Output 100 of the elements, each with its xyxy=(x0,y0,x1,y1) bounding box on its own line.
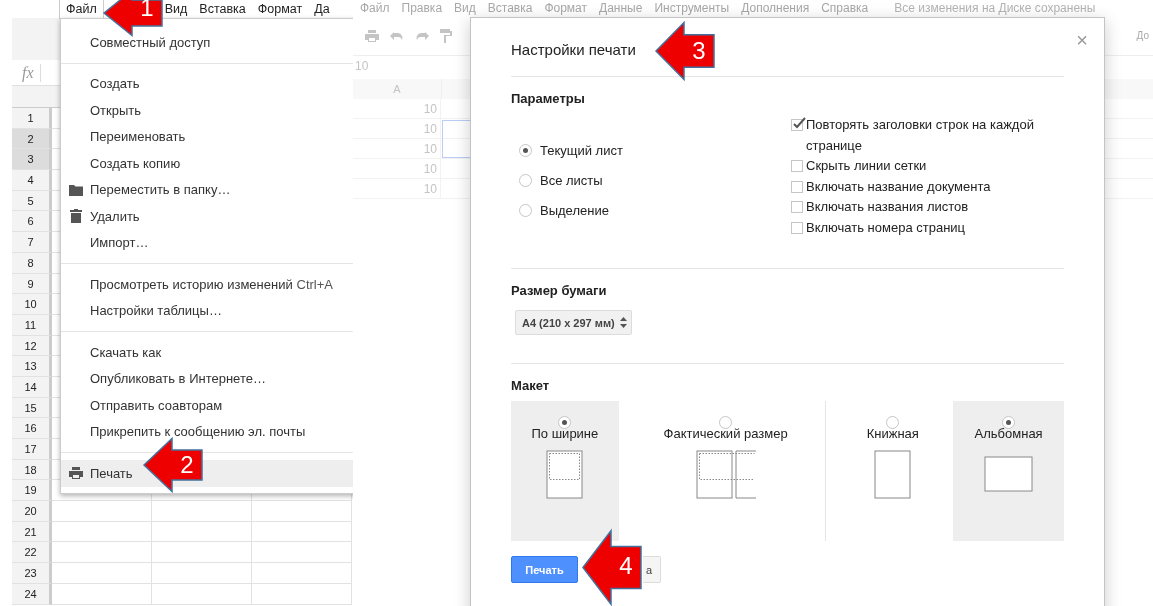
menu-item[interactable]: Вид xyxy=(164,0,188,18)
row-number[interactable]: 4 xyxy=(12,170,52,191)
radio-label: Текущий лист xyxy=(540,142,623,158)
layout-option[interactable]: Книжная xyxy=(840,401,946,541)
menu-item[interactable]: Формат xyxy=(257,0,303,18)
checkbox[interactable] xyxy=(791,221,803,234)
table-cell: 10 xyxy=(353,159,441,179)
radio-button[interactable] xyxy=(719,416,733,429)
menu-item[interactable]: Создать xyxy=(61,70,353,97)
actual-size-pages-icon xyxy=(695,450,756,500)
row-number[interactable]: 12 xyxy=(12,335,52,357)
radio-button[interactable] xyxy=(519,143,532,157)
save-status: Все изменения на Диске сохранены xyxy=(894,1,1096,15)
row-number[interactable]: 13 xyxy=(12,356,52,377)
option-label: Фактический размер xyxy=(663,426,788,441)
row-number[interactable]: 9 xyxy=(12,273,52,295)
row-number[interactable]: 14 xyxy=(12,376,52,398)
row-number[interactable]: 11 xyxy=(12,314,52,336)
row-number[interactable]: 15 xyxy=(12,397,52,419)
layout-option[interactable]: По ширине xyxy=(511,401,619,541)
row-number[interactable]: 2 xyxy=(12,128,52,150)
radio-button[interactable] xyxy=(886,416,900,429)
row-number[interactable]: 21 xyxy=(12,521,52,543)
row-number[interactable]: 3 xyxy=(12,149,52,171)
menu-item[interactable]: Переместить в папку… xyxy=(61,176,353,203)
radio-button[interactable] xyxy=(1002,416,1016,429)
layout-option[interactable]: Альбомная xyxy=(953,401,1064,541)
paint-roller-icon[interactable] xyxy=(440,28,452,43)
radio-button[interactable] xyxy=(519,173,532,187)
row-number[interactable]: 18 xyxy=(12,459,52,481)
row-number[interactable]: 16 xyxy=(12,418,52,439)
checkbox-label: Включать номера страниц xyxy=(806,218,966,237)
redo-icon[interactable] xyxy=(415,30,429,41)
menu-item[interactable]: Удалить xyxy=(61,203,353,230)
portrait-page-icon xyxy=(873,450,912,500)
callout-arrow xyxy=(103,0,163,36)
row-number[interactable]: 10 xyxy=(12,294,52,315)
row-number[interactable]: 19 xyxy=(12,480,52,502)
fit-width-page-icon xyxy=(545,450,584,500)
updown-caret-icon xyxy=(619,317,627,328)
checkbox[interactable] xyxy=(791,119,803,131)
menu-item-label: Совместный доступ xyxy=(90,34,211,50)
dialog-title: Настройки печати xyxy=(511,41,636,58)
printer-icon[interactable] xyxy=(365,29,379,42)
menu-item[interactable]: Открыть xyxy=(61,97,353,124)
paper-size-select[interactable]: А4 (210 x 297 мм) xyxy=(515,310,632,335)
radio-button[interactable] xyxy=(519,203,532,217)
undo-icon[interactable] xyxy=(390,30,404,41)
menu-item-label: Создать копию xyxy=(90,155,181,171)
checkbox-label: Включать название документа xyxy=(806,177,991,196)
row-number[interactable]: 7 xyxy=(12,232,52,253)
shortcut-label: Ctrl+A xyxy=(296,276,334,292)
table-cell: 10 xyxy=(353,119,441,139)
checkbox-label: Повторять заголовки строк на каждой странице xyxy=(806,116,1035,155)
row-number[interactable]: 6 xyxy=(12,211,52,233)
menu-item[interactable]: Импорт… xyxy=(61,229,353,256)
row-number[interactable]: 17 xyxy=(12,439,52,460)
menu-item-label: Переименовать xyxy=(90,129,186,145)
menu-item[interactable]: Вставка xyxy=(199,0,246,18)
menu-item-label: Удалить xyxy=(90,208,140,224)
menu-item-label: Скачать как xyxy=(90,344,162,360)
menu-item[interactable]: Прикрепить к сообщению эл. почты xyxy=(61,418,353,445)
menu-item-label: Переместить в папку… xyxy=(90,182,231,198)
menu-item[interactable]: Переименовать xyxy=(61,123,353,150)
row-number[interactable]: 5 xyxy=(12,190,52,212)
callout-number: 1 xyxy=(139,0,155,22)
menu-item[interactable]: Отправить соавторам xyxy=(61,392,353,419)
menu-item-label: Импорт… xyxy=(90,235,149,251)
checkbox[interactable] xyxy=(791,180,803,193)
table-cell: 10 xyxy=(353,139,441,159)
menu-item[interactable]: Скачать как xyxy=(61,339,353,366)
row-number[interactable]: 22 xyxy=(12,542,52,564)
section-heading: Макет xyxy=(511,378,551,394)
row-number[interactable]: 24 xyxy=(12,583,52,605)
option-label: Альбомная xyxy=(974,426,1043,441)
option-label: По ширине xyxy=(531,426,599,441)
option-label: Книжная xyxy=(866,426,919,441)
trash-icon xyxy=(69,209,82,224)
menu-item[interactable]: Опубликовать в Интернете… xyxy=(61,365,353,392)
menu-item[interactable]: Настройки таблицы… xyxy=(61,297,353,324)
dialog-button[interactable]: а xyxy=(643,556,661,583)
table-cell: 10 xyxy=(353,179,441,199)
radio-button[interactable] xyxy=(558,416,572,429)
row-number[interactable]: 8 xyxy=(12,252,52,274)
menu-item[interactable]: Создать копию xyxy=(61,150,353,177)
checkbox[interactable] xyxy=(791,201,803,213)
table-cell: 10 xyxy=(353,99,441,119)
layout-option[interactable]: Фактический размер xyxy=(630,401,821,541)
checkbox[interactable] xyxy=(791,160,803,172)
menu-item[interactable]: Просмотреть историю изменений Ctrl+A xyxy=(61,271,353,298)
menu-item-label: Создать xyxy=(90,76,140,92)
row-number[interactable]: 1 xyxy=(12,108,52,129)
landscape-page-icon xyxy=(983,456,1034,493)
row-number[interactable]: 23 xyxy=(12,563,52,584)
menu-item[interactable]: Да xyxy=(314,0,330,18)
menu-item[interactable]: Совместный доступ xyxy=(61,29,353,56)
section-heading: Размер бумаги xyxy=(511,283,608,299)
checkbox-label: Включать названия листов xyxy=(806,198,969,216)
row-number[interactable]: 20 xyxy=(12,501,52,522)
menu-item-label: Прикрепить к сообщению эл. почты xyxy=(90,424,306,440)
